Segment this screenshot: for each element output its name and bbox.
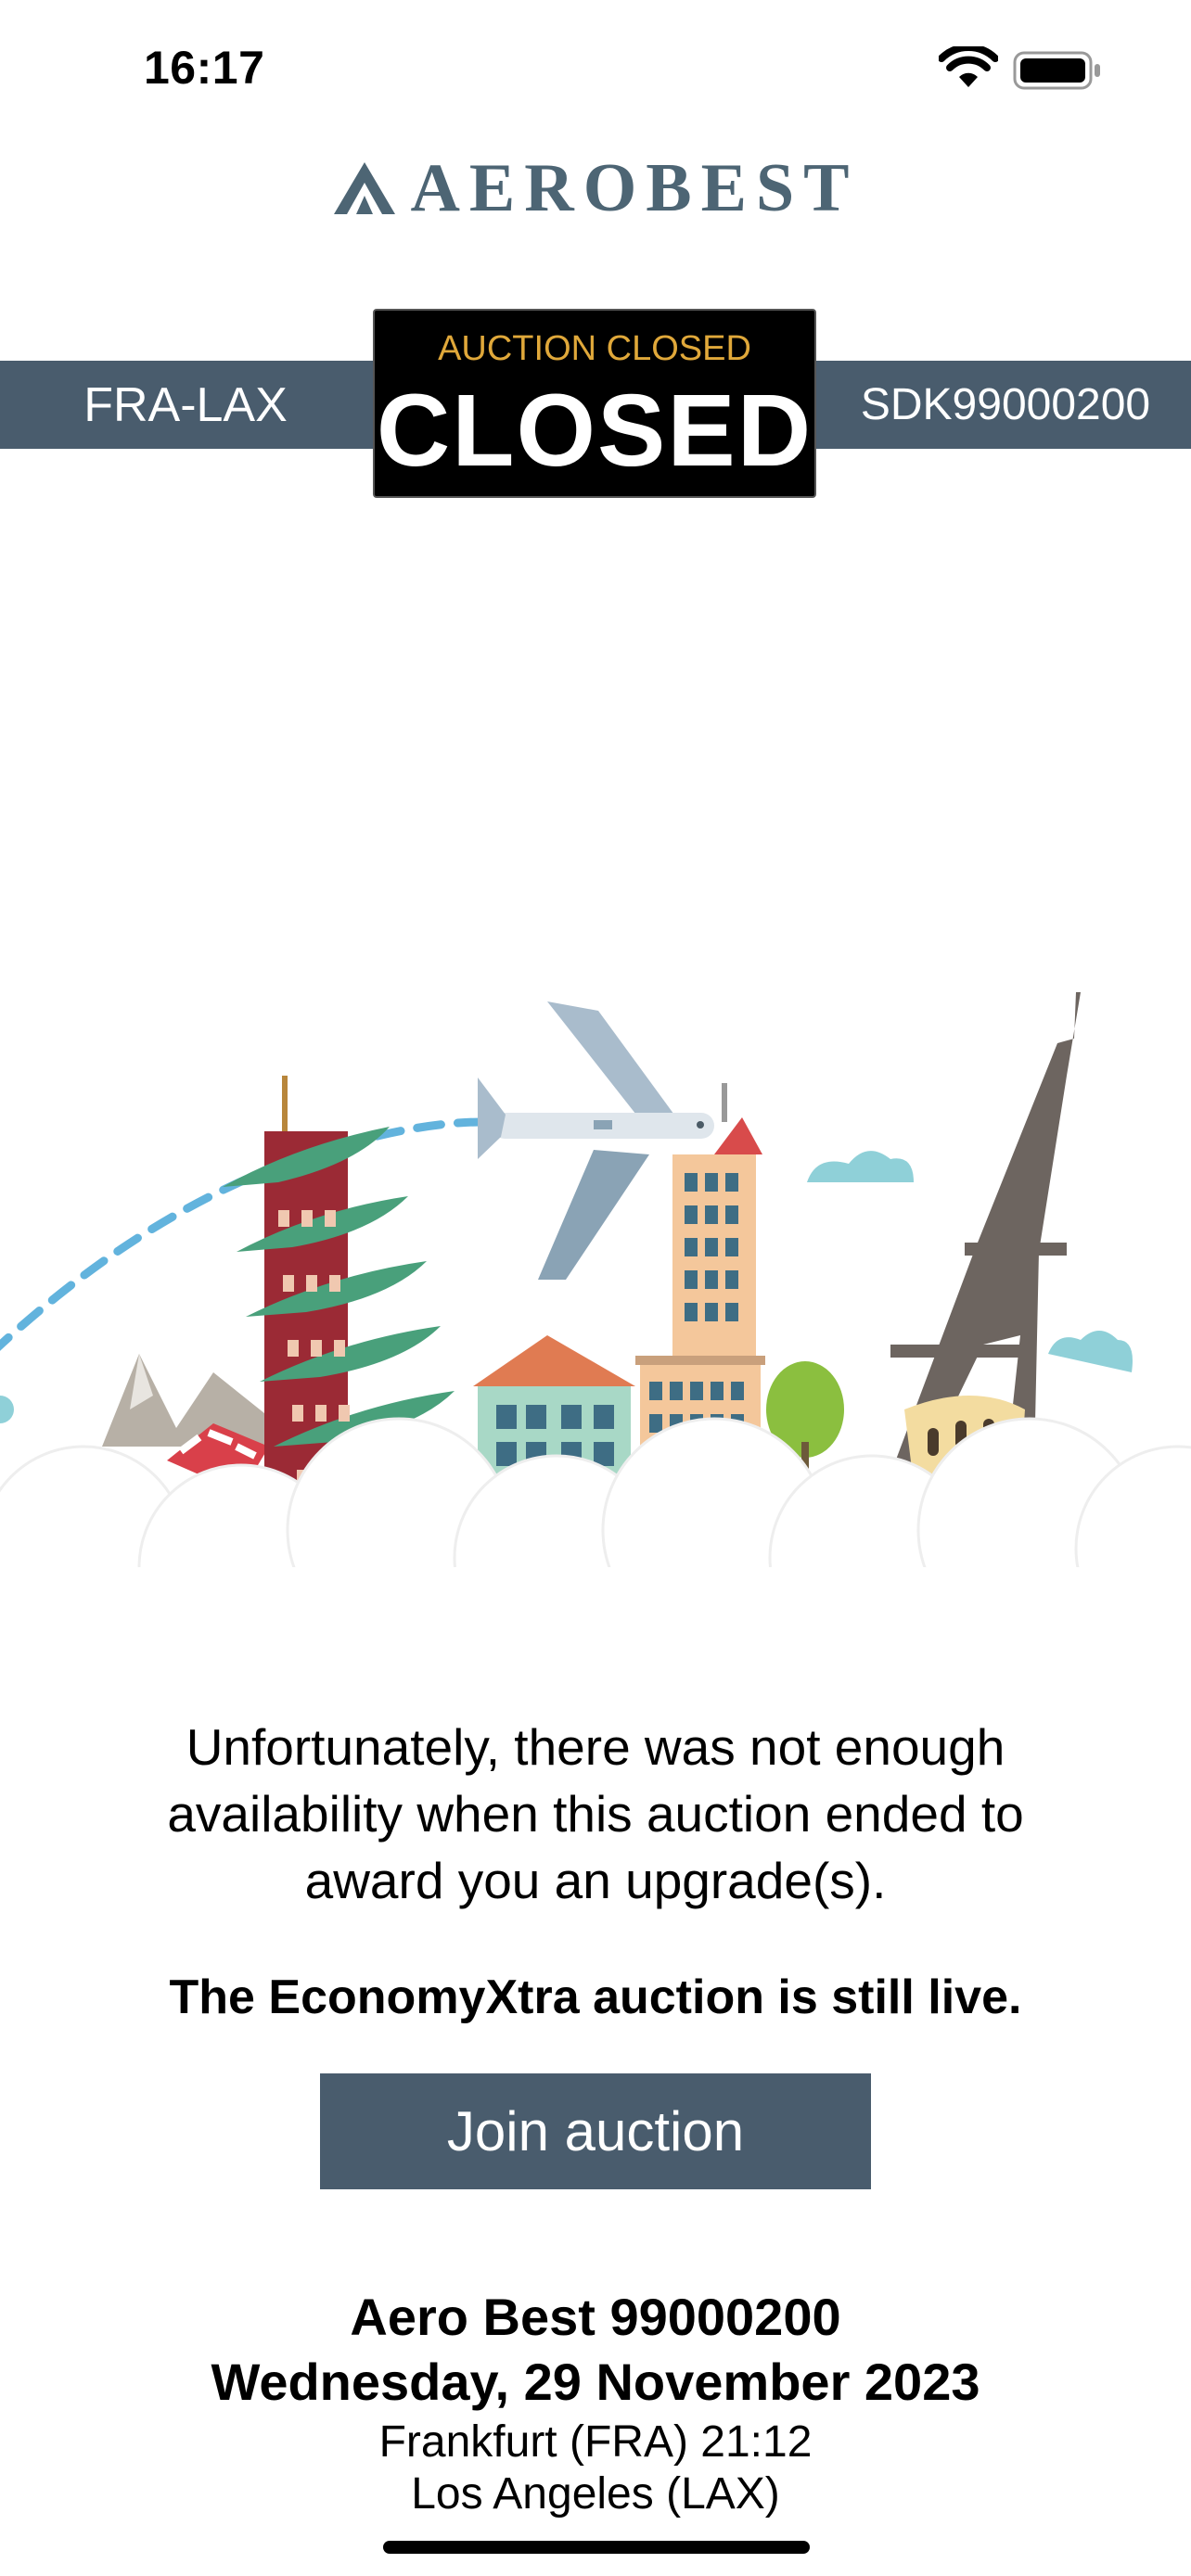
route-code: FRA-LAX	[83, 377, 288, 432]
upgrade-result-message: Unfortunately, there was not enough avai…	[74, 1714, 1117, 1914]
flight-name: Aero Best 99000200	[350, 2288, 841, 2346]
brand-logo: AEROBEST	[0, 150, 1191, 226]
message-line-2: availability when this auction ended to	[167, 1785, 1024, 1843]
brand-mark-icon	[334, 162, 396, 214]
auction-status-title: CLOSED	[376, 374, 813, 488]
auction-status-badge: AUCTION CLOSED CLOSED	[373, 309, 816, 498]
auction-status-subtitle: AUCTION CLOSED	[438, 329, 751, 368]
battery-icon	[1013, 51, 1100, 90]
join-auction-button[interactable]: Join auction	[320, 2073, 871, 2189]
flight-destination: Los Angeles (LAX)	[411, 2469, 780, 2519]
status-time: 16:17	[144, 42, 265, 94]
wifi-icon	[939, 46, 998, 87]
message-line-3: award you an upgrade(s).	[304, 1852, 887, 1909]
message-line-1: Unfortunately, there was not enough	[186, 1718, 1005, 1776]
flight-date: Wednesday, 29 November 2023	[211, 2353, 980, 2411]
brand-name: AEROBEST	[410, 149, 859, 226]
home-indicator[interactable]	[383, 2541, 810, 2554]
travel-landmarks-illustration	[0, 992, 1191, 1678]
flight-origin: Frankfurt (FRA) 21:12	[378, 2417, 813, 2467]
booking-reference: SDK99000200	[860, 380, 1151, 429]
live-auction-note: The EconomyXtra auction is still live.	[169, 1970, 1022, 2024]
